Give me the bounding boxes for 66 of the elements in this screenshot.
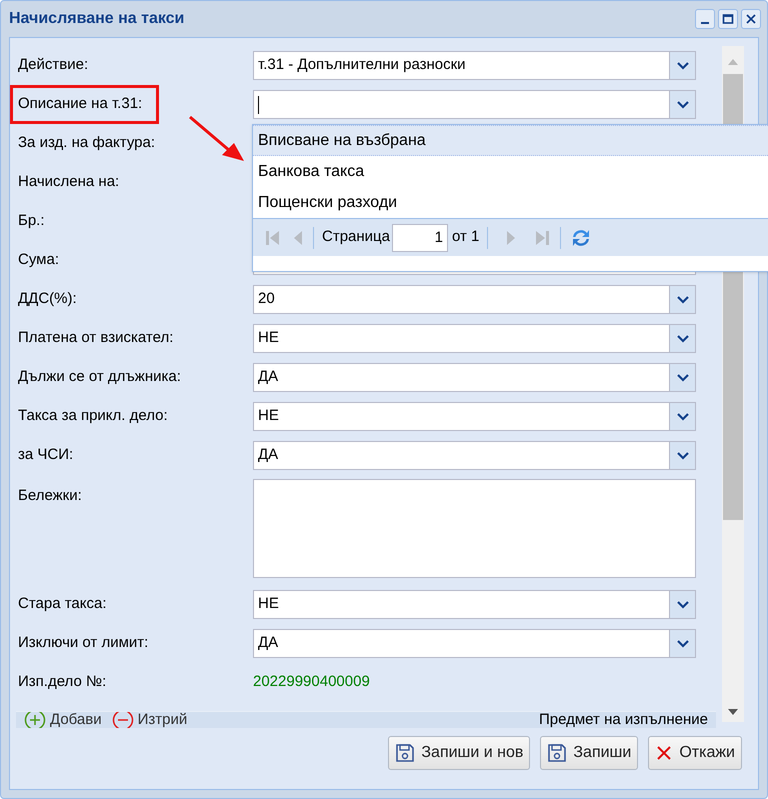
- chevron-down-icon: [676, 334, 688, 342]
- maximize-button[interactable]: [718, 9, 738, 29]
- page-count: от 1: [452, 227, 480, 248]
- dropdown-trigger[interactable]: [669, 630, 695, 657]
- field-label: За изд. на фактура:: [18, 133, 156, 154]
- field-label: Бр.:: [18, 211, 45, 232]
- dropdown-trigger[interactable]: [669, 442, 695, 469]
- dialog-button[interactable]: Запиши: [540, 736, 638, 770]
- field-label: Такса за прикл. дело:: [18, 406, 168, 426]
- add-icon: [24, 712, 46, 728]
- combo-box[interactable]: НЕ: [253, 590, 696, 619]
- dropdown-trigger[interactable]: [669, 403, 695, 430]
- dropdown-item[interactable]: Вписване на възбрана: [253, 125, 768, 156]
- chevron-down-icon: [676, 374, 688, 382]
- field-label: Изп.дело №:: [18, 672, 106, 692]
- field-label: Дължи се от длъжника:: [18, 367, 181, 388]
- combo-box[interactable]: НЕ: [253, 402, 696, 431]
- minimize-button[interactable]: [695, 9, 715, 29]
- maximize-icon: [722, 13, 734, 25]
- dropdown-trigger[interactable]: [669, 325, 695, 352]
- field-label: Действие:: [18, 55, 88, 76]
- field-label: Изключи от лимит:: [18, 633, 148, 654]
- chevron-down-icon: [676, 452, 688, 460]
- dialog-button[interactable]: Запиши и нов: [388, 736, 530, 770]
- field-label: Бележки:: [18, 486, 82, 506]
- chevron-down-icon: [676, 100, 688, 108]
- column-header: Предмет на изпълнение: [538, 712, 708, 728]
- close-button[interactable]: [741, 9, 761, 29]
- field-label: ДДС(%):: [18, 289, 77, 310]
- dropdown-trigger[interactable]: [669, 91, 695, 118]
- combo-box[interactable]: ДА: [253, 363, 696, 392]
- field-label: Начислена на:: [18, 172, 120, 192]
- chevron-down-icon: [676, 412, 688, 420]
- page-label: Страница: [322, 227, 390, 248]
- remove-icon: [112, 712, 134, 728]
- dropdown-trigger[interactable]: [669, 591, 695, 618]
- combo-box[interactable]: ДА: [253, 441, 696, 470]
- annotation-arrow: [189, 116, 244, 161]
- combo-box[interactable]: НЕ: [253, 324, 696, 353]
- field-label: Сума:: [18, 250, 59, 270]
- page-input[interactable]: 1: [392, 224, 448, 252]
- dropdown-item[interactable]: Банкова такса: [253, 156, 768, 187]
- case-number: 20229990400009: [253, 672, 370, 692]
- dropdown-trigger[interactable]: [669, 286, 695, 313]
- chevron-down-icon: [676, 640, 688, 648]
- dropdown-trigger[interactable]: [669, 52, 695, 79]
- dropdown-trigger[interactable]: [669, 364, 695, 391]
- field-label: Описание на т.31:: [10, 85, 160, 124]
- delete-button[interactable]: Изтрий: [138, 712, 188, 728]
- combo-box[interactable]: 20: [253, 285, 696, 314]
- combo-box[interactable]: ДА: [253, 629, 696, 658]
- minimize-icon: [701, 22, 709, 24]
- chevron-down-icon: [676, 62, 688, 70]
- add-button[interactable]: Добави: [50, 712, 102, 728]
- dropdown-item[interactable]: Пощенски разходи: [253, 187, 768, 218]
- dialog-button[interactable]: Откажи: [648, 736, 742, 770]
- chevron-down-icon: [676, 600, 688, 608]
- chevron-down-icon: [676, 296, 688, 304]
- field-label: за ЧСИ:: [18, 445, 74, 466]
- field-label: Стара такса:: [18, 594, 107, 614]
- close-icon: [745, 13, 757, 25]
- field-label: Платена от взискател:: [18, 328, 174, 348]
- notes-field[interactable]: [253, 479, 696, 578]
- combo-box[interactable]: т.31 - Допълнителни разноски: [253, 51, 696, 80]
- close-icon: [655, 744, 674, 762]
- window-title: Начисляване на такси: [9, 9, 184, 29]
